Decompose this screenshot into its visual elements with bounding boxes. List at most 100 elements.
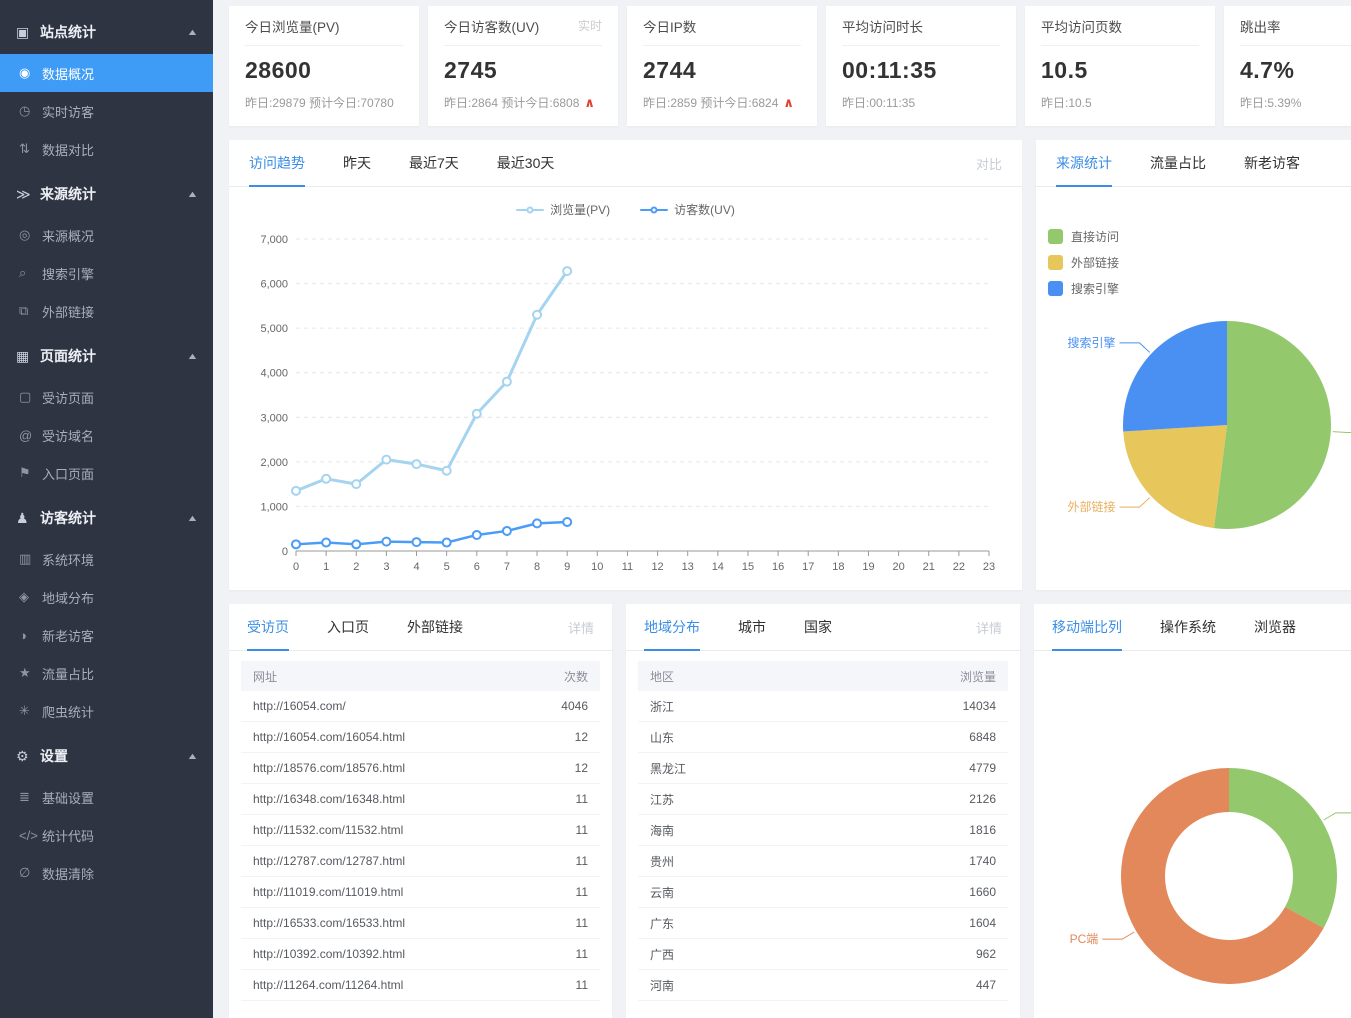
tab-action-link[interactable]: 详情	[568, 618, 594, 637]
table-row[interactable]: http://16054.com/4046	[241, 691, 600, 722]
tab-trend_panel-3[interactable]: 最近30天	[497, 140, 555, 187]
tab-trend_panel-2[interactable]: 最近7天	[409, 140, 459, 187]
sidebar-group-label: 访客统计	[40, 508, 96, 528]
table-cell-key: http://16348.com/16348.html	[253, 792, 405, 806]
sidebar-item[interactable]: ◑新老访客	[0, 616, 213, 654]
sidebar-group-header[interactable]: ⚙设置▲	[0, 734, 213, 778]
table-cell-key: http://12787.com/12787.html	[253, 854, 405, 868]
stat-card-sub: 昨日:29879 预计今日:70780	[245, 94, 403, 111]
tab-action-link[interactable]: 详情	[976, 618, 1002, 637]
sidebar-item[interactable]: ◷实时访客	[0, 92, 213, 130]
tab-trend_panel-0[interactable]: 访问趋势	[249, 140, 305, 187]
sidebar-item[interactable]: ★流量占比	[0, 654, 213, 692]
legend-item[interactable]: 直接访问	[1048, 228, 1119, 245]
table-cell-key: http://11532.com/11532.html	[253, 823, 403, 837]
tab-source_panel-1[interactable]: 流量占比	[1150, 140, 1206, 187]
table-row[interactable]: http://11264.com/11264.html11	[241, 970, 600, 1001]
stat-card-title: 跳出率	[1240, 16, 1281, 36]
visitor-stats-icon: ♟	[16, 510, 40, 527]
tab-region_panel-2[interactable]: 国家	[804, 604, 832, 651]
tab-region_panel-1[interactable]: 城市	[738, 604, 766, 651]
tab-device_panel-1[interactable]: 操作系统	[1160, 604, 1216, 651]
stat-card: 跳出率4.7%昨日:5.39%	[1224, 6, 1351, 126]
chevron-up-icon: ▲	[186, 189, 198, 199]
sidebar-item-label: 外部链接	[42, 302, 94, 321]
table-row[interactable]: http://16054.com/16054.html12	[241, 722, 600, 753]
sidebar-item[interactable]: ▥系统环境	[0, 540, 213, 578]
sidebar-item[interactable]: @受访域名	[0, 416, 213, 454]
table-row[interactable]: http://11019.com/11019.html11	[241, 877, 600, 908]
stat-card-sub: 昨日:00:11:35	[842, 94, 1000, 111]
tab-visited_panel-1[interactable]: 入口页	[327, 604, 369, 651]
sidebar-group-header[interactable]: ▣站点统计▲	[0, 10, 213, 54]
table-row[interactable]: http://11532.com/11532.html11	[241, 815, 600, 846]
table-row[interactable]: 河南447	[638, 970, 1008, 1001]
sidebar-item[interactable]: ✳爬虫统计	[0, 692, 213, 730]
table-row[interactable]: http://16533.com/16533.html11	[241, 908, 600, 939]
sidebar-item[interactable]: ∅数据清除	[0, 854, 213, 892]
tab-visited_panel-2[interactable]: 外部链接	[407, 604, 463, 651]
table-row[interactable]: 江苏2126	[638, 784, 1008, 815]
sidebar: ▣站点统计▲◉数据概况◷实时访客⇅数据对比 ≫来源统计▲◎来源概况⌕搜索引擎⧉外部…	[0, 0, 213, 1018]
settings-icon: ⚙	[16, 748, 40, 765]
tab-device_panel-0[interactable]: 移动端比列	[1052, 604, 1122, 651]
table-row[interactable]: http://10392.com/10392.html11	[241, 939, 600, 970]
table-cell-value: 12	[575, 730, 588, 744]
source-stats-icon: ≫	[16, 186, 40, 203]
sidebar-item[interactable]: ◎来源概况	[0, 216, 213, 254]
sidebar-item[interactable]: ◉数据概况	[0, 54, 213, 92]
sidebar-item[interactable]: ◈地域分布	[0, 578, 213, 616]
sidebar-item[interactable]: ⧉外部链接	[0, 292, 213, 330]
sidebar-item[interactable]: ⚑入口页面	[0, 454, 213, 492]
sidebar-group-header[interactable]: ▦页面统计▲	[0, 334, 213, 378]
table-row[interactable]: 云南1660	[638, 877, 1008, 908]
sidebar-item[interactable]: ≣基础设置	[0, 778, 213, 816]
tab-action-link[interactable]: 对比	[976, 154, 1002, 173]
table-cell-value: 1604	[969, 916, 996, 930]
sidebar-group-header[interactable]: ≫来源统计▲	[0, 172, 213, 216]
legend-label: 外部链接	[1071, 254, 1119, 271]
tab-visited_panel-0[interactable]: 受访页	[247, 604, 289, 651]
sidebar-item[interactable]: ▢受访页面	[0, 378, 213, 416]
sidebar-item-label: 搜索引擎	[42, 264, 94, 283]
stat-card-value: 00:11:35	[842, 57, 1000, 84]
sidebar-item[interactable]: ⇅数据对比	[0, 130, 213, 168]
table-cell-key: 贵州	[650, 853, 674, 870]
table-row[interactable]: http://12787.com/12787.html11	[241, 846, 600, 877]
svg-text:3,000: 3,000	[260, 412, 288, 424]
stat-cards-row: 今日浏览量(PV)28600昨日:29879 预计今日:70780今日访客数(U…	[229, 6, 1351, 126]
legend-line-marker	[516, 209, 544, 211]
stat-card-header: 平均访问时长	[842, 6, 1000, 46]
chevron-up-icon: ▲	[186, 513, 198, 523]
tab-source_panel-0[interactable]: 来源统计	[1056, 140, 1112, 187]
svg-text:2,000: 2,000	[260, 457, 288, 469]
legend-item[interactable]: 浏览量(PV)	[516, 200, 610, 219]
legend-item[interactable]: 搜索引擎	[1048, 280, 1119, 297]
table-row[interactable]: 广西962	[638, 939, 1008, 970]
tab-source_panel-2[interactable]: 新老访客	[1244, 140, 1300, 187]
tab-trend_panel-1[interactable]: 昨天	[343, 140, 371, 187]
crawler-icon: ✳	[19, 703, 42, 719]
sidebar-group-header[interactable]: ♟访客统计 ▲	[0, 496, 213, 540]
tab-region_panel-0[interactable]: 地域分布	[644, 604, 700, 651]
sidebar-item[interactable]: </>统计代码	[0, 816, 213, 854]
table-cell-value: 1660	[969, 885, 996, 899]
tab-device_panel-2[interactable]: 浏览器	[1254, 604, 1296, 651]
stat-card-header: 今日IP数	[643, 6, 801, 46]
table-row[interactable]: 海南1816	[638, 815, 1008, 846]
device-tabs: 移动端比列操作系统浏览器	[1034, 604, 1351, 651]
table-row[interactable]: http://16348.com/16348.html11	[241, 784, 600, 815]
table-row[interactable]: 贵州1740	[638, 846, 1008, 877]
table-row[interactable]: 山东6848	[638, 722, 1008, 753]
sidebar-item-label: 受访域名	[42, 426, 94, 445]
table-row[interactable]: 广东1604	[638, 908, 1008, 939]
sidebar-item-label: 入口页面	[42, 464, 94, 483]
table-cell-key: 江苏	[650, 791, 674, 808]
table-row[interactable]: 浙江14034	[638, 691, 1008, 722]
table-row[interactable]: 黑龙江4779	[638, 753, 1008, 784]
svg-text:10: 10	[591, 561, 603, 573]
table-row[interactable]: http://18576.com/18576.html12	[241, 753, 600, 784]
sidebar-item[interactable]: ⌕搜索引擎	[0, 254, 213, 292]
legend-item[interactable]: 访客数(UV)	[640, 200, 735, 219]
legend-item[interactable]: 外部链接	[1048, 254, 1119, 271]
